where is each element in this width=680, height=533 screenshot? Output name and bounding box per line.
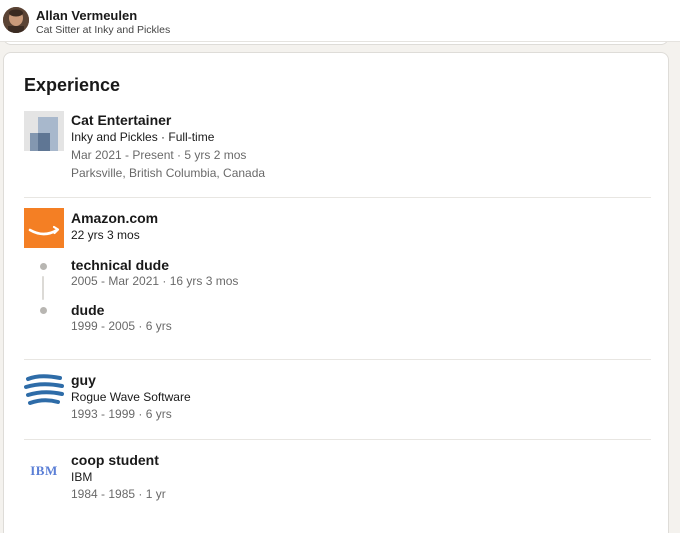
position-dates: Mar 2021 - Present · 5 yrs 2 mos: [71, 148, 247, 162]
role-title[interactable]: dude: [71, 302, 104, 319]
company-line: Inky and Pickles · Full-time: [71, 130, 215, 144]
company-line: Rogue Wave Software: [71, 390, 191, 404]
divider: [24, 359, 651, 360]
divider: [24, 197, 651, 198]
company-line: IBM: [71, 470, 93, 484]
profile-headline: Cat Sitter at Inky and Pickles: [36, 24, 171, 36]
role-dates: 2005 - Mar 2021 · 16 yrs 3 mos: [71, 274, 239, 288]
timeline-dot: [40, 263, 47, 270]
experience-section: Experience Cat Entertainer Inky and Pick…: [3, 52, 669, 533]
position-title[interactable]: Cat Entertainer: [71, 112, 171, 129]
inky-and-pickles-logo[interactable]: [24, 111, 64, 151]
timeline-connector: [42, 276, 44, 300]
role-title[interactable]: technical dude: [71, 257, 169, 274]
avatar[interactable]: [3, 7, 29, 33]
amazon-logo[interactable]: [24, 208, 64, 248]
section-title: Experience: [24, 75, 121, 95]
divider: [24, 439, 651, 440]
company-total-duration: 22 yrs 3 mos: [71, 228, 140, 242]
position-title[interactable]: coop student: [71, 452, 159, 469]
position-dates: 1984 - 1985 · 1 yr: [71, 487, 166, 501]
position-dates: 1993 - 1999 · 6 yrs: [71, 407, 172, 421]
ibm-logo-text: IBM: [30, 463, 58, 478]
role-dates: 1999 - 2005 · 6 yrs: [71, 319, 172, 333]
company-name[interactable]: Amazon.com: [71, 210, 158, 227]
timeline-dot: [40, 307, 47, 314]
profile-name[interactable]: Allan Vermeulen: [36, 8, 137, 23]
position-location: Parksville, British Columbia, Canada: [71, 166, 266, 180]
ibm-logo[interactable]: IBM: [24, 451, 64, 491]
profile-sticky-header: Allan Vermeulen Cat Sitter at Inky and P…: [0, 0, 680, 42]
rogue-wave-logo[interactable]: [24, 371, 64, 411]
position-title[interactable]: guy: [71, 372, 96, 389]
